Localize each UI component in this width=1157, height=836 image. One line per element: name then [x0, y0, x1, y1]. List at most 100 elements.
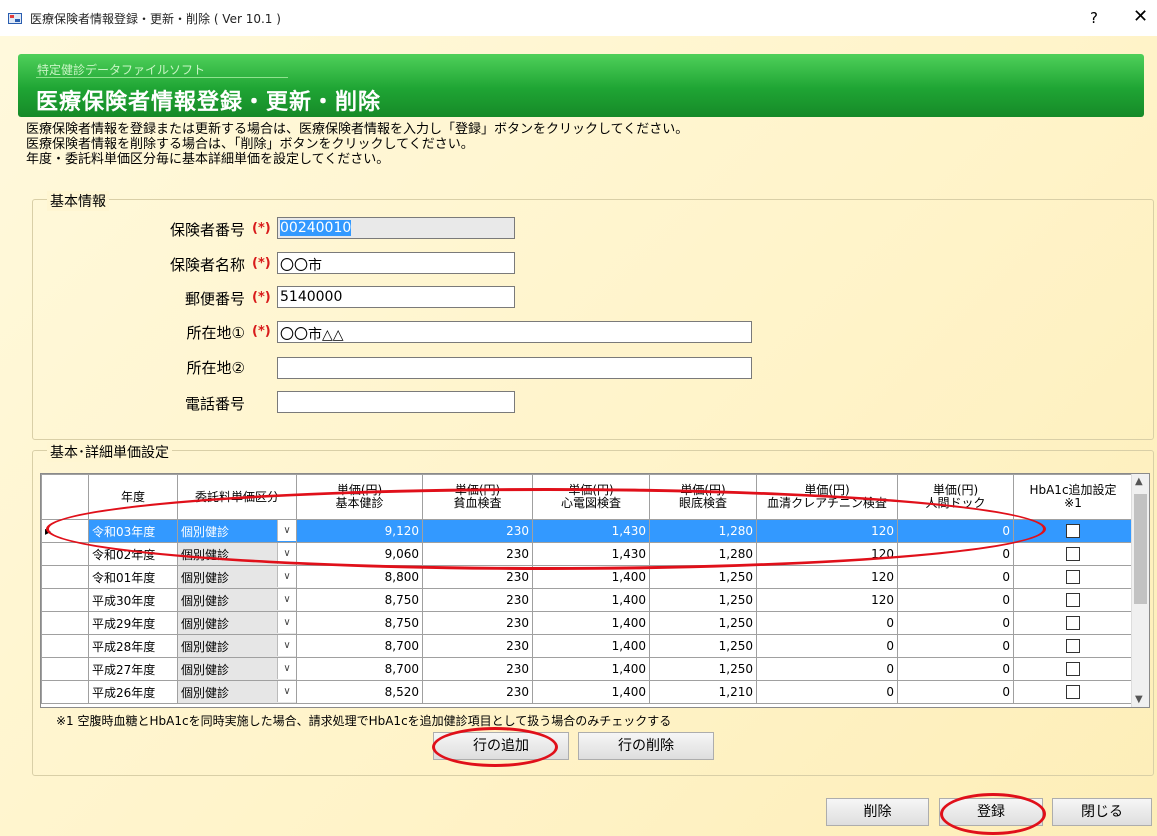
anemia-price-cell[interactable]: 230 [422, 588, 533, 612]
hba1c-checkbox[interactable] [1066, 662, 1080, 677]
close-button[interactable]: 閉じる [1052, 798, 1152, 826]
row-header[interactable] [41, 657, 89, 681]
category-combobox[interactable]: 個別健診 ∨ [177, 565, 297, 589]
dock-price-cell[interactable]: 0 [897, 565, 1014, 589]
basic-price-cell[interactable]: 8,800 [296, 565, 423, 589]
insurer-name-field[interactable]: 〇〇市 [277, 252, 515, 274]
pricing-table[interactable]: 年度 委託料単価区分 単価(円) 基本健診 単価(円) 貧血検査 単価(円) 心電図検… [40, 473, 1150, 708]
anemia-price-cell[interactable]: 230 [422, 634, 533, 658]
scroll-up-icon[interactable]: ▲ [1135, 476, 1143, 487]
fundus-price-cell[interactable]: 1,250 [649, 657, 757, 681]
creatinine-price-cell[interactable]: 120 [756, 519, 898, 543]
hba1c-checkbox[interactable] [1066, 570, 1080, 585]
dock-price-cell[interactable]: 0 [897, 657, 1014, 681]
category-combobox[interactable]: 個別健診 ∨ [177, 680, 297, 704]
year-cell[interactable]: 令和01年度 [88, 565, 178, 589]
chevron-down-icon[interactable]: ∨ [277, 589, 296, 610]
row-header[interactable] [41, 634, 89, 658]
add-row-button[interactable]: 行の追加 [433, 732, 569, 760]
creatinine-price-cell[interactable]: 0 [756, 634, 898, 658]
year-cell[interactable]: 平成28年度 [88, 634, 178, 658]
anemia-price-cell[interactable]: 230 [422, 519, 533, 543]
column-header[interactable]: 単価(円) 人間ドック [897, 474, 1014, 520]
hba1c-checkbox[interactable] [1066, 593, 1080, 608]
basic-price-cell[interactable]: 9,060 [296, 542, 423, 566]
fundus-price-cell[interactable]: 1,250 [649, 588, 757, 612]
creatinine-price-cell[interactable]: 0 [756, 611, 898, 635]
chevron-down-icon[interactable]: ∨ [277, 543, 296, 564]
anemia-price-cell[interactable]: 230 [422, 657, 533, 681]
ecg-price-cell[interactable]: 1,400 [532, 657, 650, 681]
dock-price-cell[interactable]: 0 [897, 611, 1014, 635]
fundus-price-cell[interactable]: 1,210 [649, 680, 757, 704]
year-cell[interactable]: 平成27年度 [88, 657, 178, 681]
fundus-price-cell[interactable]: 1,280 [649, 542, 757, 566]
address2-field[interactable] [277, 357, 752, 379]
chevron-down-icon[interactable]: ∨ [277, 635, 296, 656]
fundus-price-cell[interactable]: 1,250 [649, 565, 757, 589]
table-row[interactable]: 平成28年度 個別健診 ∨ 8,700 230 1,400 1,250 0 0 [41, 634, 1133, 658]
ecg-price-cell[interactable]: 1,400 [532, 634, 650, 658]
column-header[interactable]: 委託料単価区分 [177, 474, 297, 520]
register-button[interactable]: 登録 [939, 798, 1043, 826]
table-row[interactable]: 平成29年度 個別健診 ∨ 8,750 230 1,400 1,250 0 0 [41, 611, 1133, 635]
column-header[interactable]: 単価(円) 基本健診 [296, 474, 423, 520]
table-row[interactable]: 令和01年度 個別健診 ∨ 8,800 230 1,400 1,250 120 0 [41, 565, 1133, 589]
fundus-price-cell[interactable]: 1,280 [649, 519, 757, 543]
basic-price-cell[interactable]: 8,750 [296, 588, 423, 612]
table-row[interactable]: 令和02年度 個別健診 ∨ 9,060 230 1,430 1,280 120 0 [41, 542, 1133, 566]
phone-field[interactable] [277, 391, 515, 413]
anemia-price-cell[interactable]: 230 [422, 680, 533, 704]
table-row[interactable]: 平成27年度 個別健診 ∨ 8,700 230 1,400 1,250 0 0 [41, 657, 1133, 681]
category-combobox[interactable]: 個別健診 ∨ [177, 519, 297, 543]
creatinine-price-cell[interactable]: 0 [756, 657, 898, 681]
row-header[interactable] [41, 611, 89, 635]
delete-row-button[interactable]: 行の削除 [578, 732, 714, 760]
table-row[interactable]: ▸ 令和03年度 個別健診 ∨ 9,120 230 1,430 1,280 120 0 [41, 519, 1133, 543]
basic-price-cell[interactable]: 9,120 [296, 519, 423, 543]
anemia-price-cell[interactable]: 230 [422, 565, 533, 589]
creatinine-price-cell[interactable]: 120 [756, 542, 898, 566]
current-row-indicator-icon[interactable]: ▸ [41, 519, 89, 543]
row-header[interactable] [41, 588, 89, 612]
category-combobox[interactable]: 個別健診 ∨ [177, 634, 297, 658]
column-header[interactable]: 単価(円) 眼底検査 [649, 474, 757, 520]
close-window-button[interactable]: ✕ [1133, 6, 1148, 27]
dock-price-cell[interactable]: 0 [897, 588, 1014, 612]
basic-price-cell[interactable]: 8,700 [296, 657, 423, 681]
scroll-down-icon[interactable]: ▼ [1135, 694, 1143, 705]
hba1c-checkbox[interactable] [1066, 616, 1080, 631]
row-header[interactable] [41, 565, 89, 589]
column-header[interactable]: 単価(円) 貧血検査 [422, 474, 533, 520]
ecg-price-cell[interactable]: 1,430 [532, 519, 650, 543]
row-header[interactable] [41, 680, 89, 704]
chevron-down-icon[interactable]: ∨ [277, 658, 296, 679]
fundus-price-cell[interactable]: 1,250 [649, 611, 757, 635]
delete-button[interactable]: 削除 [826, 798, 929, 826]
creatinine-price-cell[interactable]: 120 [756, 565, 898, 589]
ecg-price-cell[interactable]: 1,400 [532, 680, 650, 704]
table-vertical-scrollbar[interactable]: ▲ ▼ [1131, 474, 1149, 707]
column-header[interactable]: 単価(円) 血清クレアチニン検査 [756, 474, 898, 520]
anemia-price-cell[interactable]: 230 [422, 611, 533, 635]
year-cell[interactable]: 平成30年度 [88, 588, 178, 612]
category-combobox[interactable]: 個別健診 ∨ [177, 611, 297, 635]
dock-price-cell[interactable]: 0 [897, 519, 1014, 543]
dock-price-cell[interactable]: 0 [897, 680, 1014, 704]
year-cell[interactable]: 平成26年度 [88, 680, 178, 704]
ecg-price-cell[interactable]: 1,400 [532, 611, 650, 635]
hba1c-checkbox[interactable] [1066, 639, 1080, 654]
year-cell[interactable]: 令和03年度 [88, 519, 178, 543]
basic-price-cell[interactable]: 8,520 [296, 680, 423, 704]
dock-price-cell[interactable]: 0 [897, 634, 1014, 658]
category-combobox[interactable]: 個別健診 ∨ [177, 657, 297, 681]
creatinine-price-cell[interactable]: 0 [756, 680, 898, 704]
address1-field[interactable]: 〇〇市△△ [277, 321, 752, 343]
column-header[interactable]: HbA1c追加設定 ※1 [1013, 474, 1133, 520]
anemia-price-cell[interactable]: 230 [422, 542, 533, 566]
table-row[interactable]: 平成30年度 個別健診 ∨ 8,750 230 1,400 1,250 120 0 [41, 588, 1133, 612]
chevron-down-icon[interactable]: ∨ [277, 681, 296, 702]
hba1c-checkbox[interactable] [1066, 547, 1080, 562]
dock-price-cell[interactable]: 0 [897, 542, 1014, 566]
postal-code-field[interactable]: 5140000 [277, 286, 515, 308]
